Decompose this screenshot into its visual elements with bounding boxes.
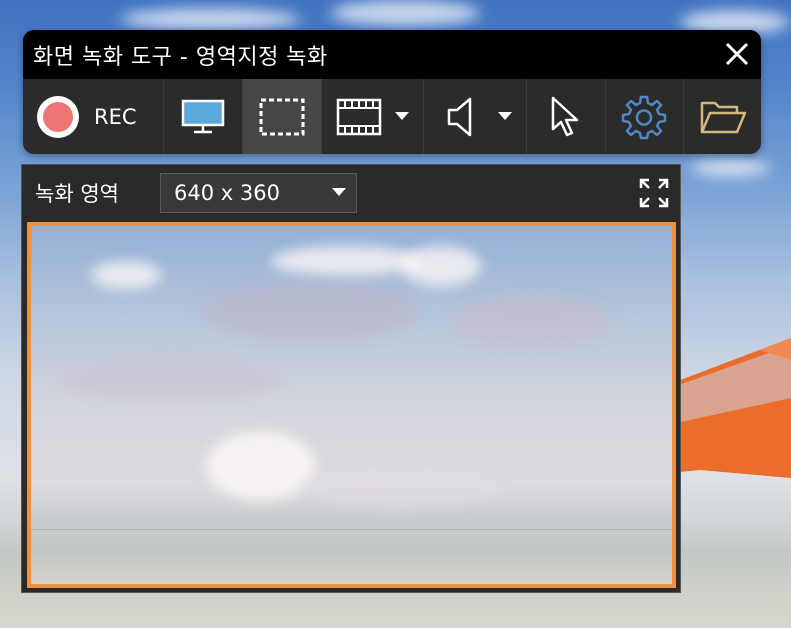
gear-icon (622, 95, 667, 139)
recorder-toolbar-window: 화면 녹화 도구 - 영역지정 녹화 REC (23, 30, 761, 154)
dashed-rect-icon (259, 98, 305, 135)
cursor-button[interactable] (527, 79, 606, 154)
record-button[interactable]: REC (23, 79, 165, 154)
chevron-down-icon[interactable] (395, 112, 410, 121)
capture-header: 녹화 영역 640 x 360 (22, 165, 680, 222)
sky-cloud (206, 431, 316, 501)
capture-region-frame[interactable] (27, 222, 676, 588)
capture-area-label: 녹화 영역 (35, 182, 119, 206)
settings-button[interactable] (606, 79, 685, 154)
sky-cloud (301, 466, 501, 506)
capture-size-select[interactable]: 640 x 360 (160, 173, 357, 213)
video-format-button[interactable] (322, 79, 425, 154)
sky-cloud (451, 296, 611, 346)
speaker-icon (447, 97, 472, 136)
title-bar[interactable]: 화면 녹화 도구 - 영역지정 녹화 (23, 30, 761, 79)
sky-cloud (271, 246, 421, 276)
toolbar: REC (23, 79, 761, 154)
record-label: REC (94, 104, 137, 129)
fullscreen-mode-button[interactable] (164, 79, 244, 154)
capture-area-window[interactable]: 녹화 영역 640 x 360 (21, 164, 681, 593)
region-mode-button[interactable] (243, 79, 322, 154)
horizon-line (31, 529, 672, 530)
capture-size-value: 640 x 360 (174, 181, 280, 205)
close-icon[interactable] (723, 40, 751, 68)
sky-cloud (201, 281, 421, 341)
audio-button[interactable] (424, 79, 527, 154)
expand-icon[interactable] (638, 177, 670, 209)
film-icon (336, 98, 381, 135)
open-folder-button[interactable] (684, 79, 761, 154)
sky-cloud (91, 261, 161, 289)
chevron-down-icon (332, 188, 346, 196)
sky-cloud (61, 361, 281, 401)
cursor-icon (551, 96, 579, 136)
chevron-down-icon[interactable] (497, 112, 512, 121)
monitor-icon (182, 99, 225, 133)
sky-cloud (401, 246, 481, 286)
folder-icon (700, 101, 746, 133)
window-title: 화면 녹화 도구 - 영역지정 녹화 (33, 44, 328, 70)
record-icon (37, 95, 79, 138)
